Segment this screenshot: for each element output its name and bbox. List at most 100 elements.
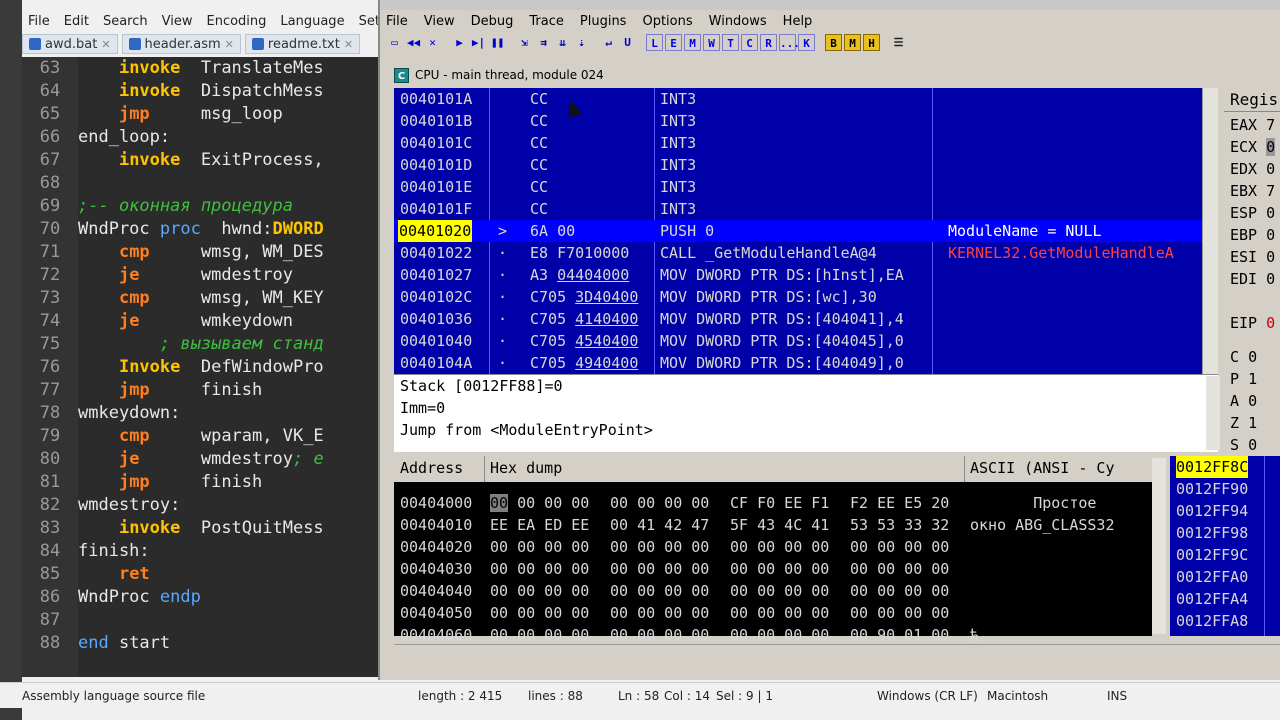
debugger-titlebar[interactable] bbox=[380, 0, 1280, 10]
disasm-row[interactable]: 00401020 >6A 00 PUSH 0 ModuleName = NULL bbox=[394, 220, 1202, 242]
menu-item-debug[interactable]: Debug bbox=[471, 14, 514, 29]
toolbar-window-e-button[interactable]: E bbox=[665, 33, 682, 51]
menu-item-plugins[interactable]: Plugins bbox=[580, 14, 627, 29]
dump-col-hex[interactable]: Hex dump bbox=[490, 459, 562, 477]
disasm-row[interactable]: 0040101D CC INT3 bbox=[394, 154, 1202, 176]
dump-scrollbar[interactable] bbox=[1152, 458, 1166, 634]
register-name: EAX bbox=[1230, 116, 1267, 134]
disasm-row[interactable]: 0040101E CC INT3 bbox=[394, 176, 1202, 198]
menu-item-encoding[interactable]: Encoding bbox=[206, 14, 266, 29]
register-ebx[interactable]: EBX 7 bbox=[1230, 180, 1275, 202]
trace-into-icon[interactable]: ⇊ bbox=[554, 33, 571, 51]
file-tab[interactable]: readme.txt ✕ bbox=[244, 34, 361, 54]
list-icon[interactable]: ☰ bbox=[890, 33, 907, 51]
execute-till-return-icon[interactable]: ↵ bbox=[600, 33, 617, 51]
toolbar-window-m-button[interactable]: M bbox=[684, 33, 701, 51]
restart-icon[interactable]: ◀◀ bbox=[405, 33, 422, 51]
register-esi[interactable]: ESI 0 bbox=[1230, 246, 1275, 268]
open-icon[interactable]: ▭ bbox=[386, 33, 403, 51]
operand-bytes: 4540400 bbox=[575, 332, 639, 350]
run-thread-icon[interactable]: ▶| bbox=[470, 33, 487, 51]
disasm-row[interactable]: 00401036 · C705 4140400 MOV DWORD PTR DS:[4… bbox=[394, 308, 1202, 330]
dump-row[interactable]: 00404060 00 00 00 00 00 00 00 00 00 00 00 0… bbox=[394, 624, 1152, 646]
register-ebp[interactable]: EBP 0 bbox=[1230, 224, 1275, 246]
register-ecx[interactable]: ECX 0 bbox=[1230, 136, 1276, 158]
dump-address: 00404060 bbox=[400, 626, 473, 644]
dump-col-ascii[interactable]: ASCII (ANSI - Cy bbox=[970, 459, 1115, 477]
menu-item-edit[interactable]: Edit bbox=[64, 14, 89, 29]
toolbar-window-k-button[interactable]: K bbox=[798, 33, 815, 51]
info-scrollbar[interactable] bbox=[1206, 376, 1220, 450]
disasm-row[interactable]: 0040104A · C705 4940400 MOV DWORD PTR DS:[4… bbox=[394, 352, 1202, 374]
hex-dump-pane[interactable]: Address Hex dump ASCII (ANSI - Cy 004040… bbox=[394, 456, 1152, 644]
close-icon[interactable]: ✕ bbox=[344, 38, 353, 51]
disasm-row[interactable]: 00401040 · C705 4540400 MOV DWORD PTR DS:[4… bbox=[394, 330, 1202, 352]
selected-byte[interactable]: 00 bbox=[490, 494, 509, 512]
register-eip[interactable]: EIP 0 bbox=[1230, 312, 1275, 334]
disasm-row[interactable]: 0040101B CC INT3 bbox=[394, 110, 1202, 132]
menu-item-options[interactable]: Options bbox=[642, 14, 692, 29]
toolbar-m-button[interactable]: M bbox=[844, 33, 861, 51]
dump-row[interactable]: 00404050 00 00 00 00 00 00 00 00 00 00 00 0… bbox=[394, 602, 1152, 624]
menu-item-trace[interactable]: Trace bbox=[529, 14, 564, 29]
register-edi[interactable]: EDI 0 bbox=[1230, 268, 1275, 290]
menu-item-view[interactable]: View bbox=[424, 14, 455, 29]
toolbar-window-c-button[interactable]: C bbox=[741, 33, 758, 51]
execute-till-user-icon[interactable]: U bbox=[619, 33, 636, 51]
register-z[interactable]: Z 1 bbox=[1230, 412, 1257, 434]
menu-item-windows[interactable]: Windows bbox=[709, 14, 767, 29]
toolbar-window-w-button[interactable]: W bbox=[703, 33, 720, 51]
register-s[interactable]: S 0 bbox=[1230, 434, 1257, 456]
menu-item-language[interactable]: Language bbox=[280, 14, 344, 29]
dump-col-address[interactable]: Address bbox=[400, 459, 463, 477]
disassembly-pane[interactable]: 0040101A CC INT3 0040101B CC INT3 0040101C CC IN… bbox=[394, 88, 1202, 374]
dump-row[interactable]: 00404010 EE EA ED EE 00 41 42 47 5F 43 4C 4… bbox=[394, 514, 1152, 536]
file-tab[interactable]: header.asm ✕ bbox=[121, 34, 241, 54]
disasm-row[interactable]: 0040101A CC INT3 bbox=[394, 88, 1202, 110]
cpu-window-title[interactable]: C CPU - main thread, module 024 bbox=[394, 64, 1280, 86]
dump-row[interactable]: 00404020 00 00 00 00 00 00 00 00 00 00 00 0… bbox=[394, 536, 1152, 558]
menu-item-view[interactable]: View bbox=[162, 14, 193, 29]
run-icon[interactable]: ▶ bbox=[451, 33, 468, 51]
registers-pane[interactable]: Regis EAX 7 ECX 0 EDX 0 EBX 7 ESP 0 EBP 0 ESI … bbox=[1224, 88, 1280, 454]
menu-item-help[interactable]: Help bbox=[783, 14, 813, 29]
register-edx[interactable]: EDX 0 bbox=[1230, 158, 1275, 180]
disasm-row[interactable]: 00401027 · A3 04404000 MOV DWORD PTR DS:[hI… bbox=[394, 264, 1202, 286]
close-icon[interactable]: ✕ bbox=[225, 38, 234, 51]
register-esp[interactable]: ESP 0 bbox=[1230, 202, 1275, 224]
toolbar-window-l-button[interactable]: L bbox=[646, 33, 663, 51]
register-a[interactable]: A 0 bbox=[1230, 390, 1257, 412]
register-c[interactable]: C 0 bbox=[1230, 346, 1257, 368]
step-over-icon[interactable]: ⇉ bbox=[535, 33, 552, 51]
close-icon[interactable]: ✕ bbox=[101, 38, 110, 51]
menu-item-file[interactable]: File bbox=[28, 14, 50, 29]
toolbar-window-more-button[interactable]: ... bbox=[779, 33, 800, 51]
menu-item-file[interactable]: File bbox=[386, 14, 408, 29]
dump-row[interactable]: 00404000 00 00 00 00 00 00 00 00 CF F0 EE F… bbox=[394, 492, 1152, 514]
close-icon[interactable]: ✕ bbox=[424, 33, 441, 51]
register-eax[interactable]: EAX 7 bbox=[1230, 114, 1275, 136]
toolbar-window-r-button[interactable]: R bbox=[760, 33, 777, 51]
step-into-icon[interactable]: ⇲ bbox=[516, 33, 533, 51]
toolbar-b-button[interactable]: B bbox=[825, 33, 842, 51]
register-p[interactable]: P 1 bbox=[1230, 368, 1257, 390]
disasm-row[interactable]: 0040101F CC INT3 bbox=[394, 198, 1202, 220]
menu-item-search[interactable]: Search bbox=[103, 14, 148, 29]
dump-row[interactable]: 00404030 00 00 00 00 00 00 00 00 00 00 00 0… bbox=[394, 558, 1152, 580]
disassembly-scrollbar[interactable] bbox=[1202, 88, 1218, 374]
dump-row[interactable]: 00404040 00 00 00 00 00 00 00 00 00 00 00 0… bbox=[394, 580, 1152, 602]
file-tab[interactable]: awd.bat ✕ bbox=[22, 34, 118, 54]
disasm-row[interactable]: 0040102C · C705 3D40400 MOV DWORD PTR DS:[w… bbox=[394, 286, 1202, 308]
disasm-row[interactable]: 0040101C CC INT3 bbox=[394, 132, 1202, 154]
pause-icon[interactable]: ❚❚ bbox=[489, 33, 506, 51]
line-number: 74 bbox=[39, 311, 61, 331]
register-name: ECX bbox=[1230, 138, 1267, 156]
disasm-row[interactable]: 00401022 · E8 F7010000 CALL _GetModuleHandl… bbox=[394, 242, 1202, 264]
trace-over-icon[interactable]: ⇣ bbox=[573, 33, 590, 51]
toolbar-h-button[interactable]: H bbox=[863, 33, 880, 51]
toolbar-window-t-button[interactable]: T bbox=[722, 33, 739, 51]
code-editor[interactable]: 63 invoke TranslateMes 64 invoke Dispatch… bbox=[22, 57, 378, 677]
register-value: 7 bbox=[1266, 182, 1276, 200]
